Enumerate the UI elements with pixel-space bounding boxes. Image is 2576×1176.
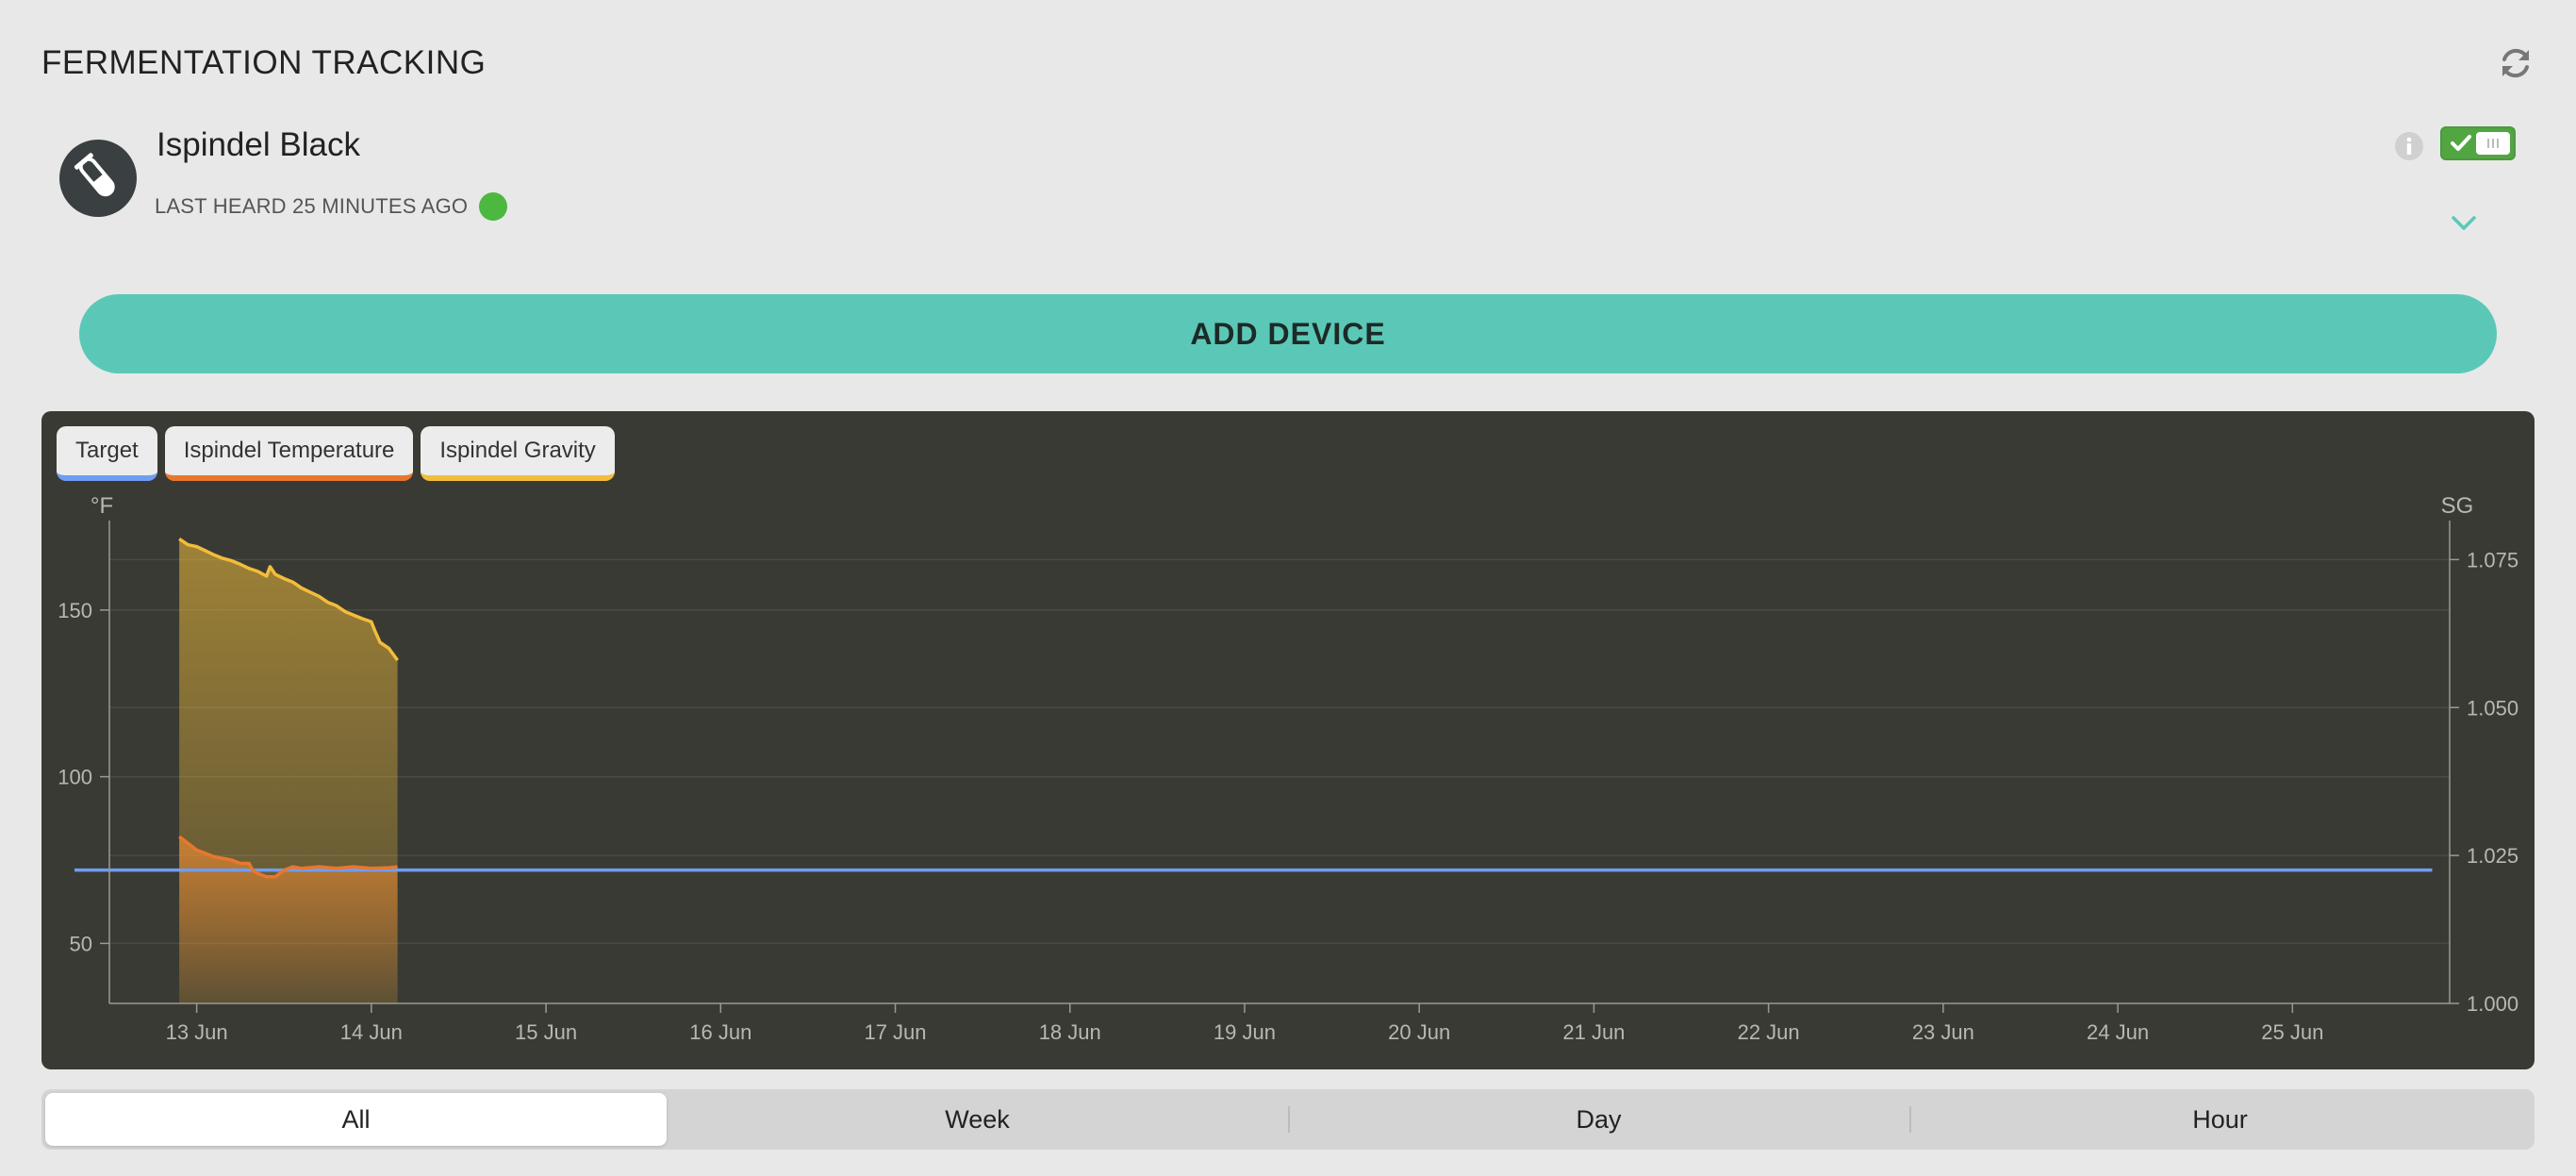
chart-panel: 50 100 150 1.000 1.025 1.050 1.075 13 Jun 14 Jun… (41, 411, 2535, 1069)
x-tick-label: 16 Jun (689, 1020, 751, 1044)
y-right-tick-label: 1.075 (2467, 548, 2518, 571)
check-icon (2451, 135, 2471, 151)
x-tick-label: 22 Jun (1738, 1020, 1800, 1044)
page-title: FERMENTATION TRACKING (41, 44, 487, 81)
x-tick-label: 18 Jun (1039, 1020, 1101, 1044)
x-tick-label: 21 Jun (1562, 1020, 1625, 1044)
range-tab-week[interactable]: Week (667, 1093, 1288, 1146)
y-right-unit: SG (2441, 493, 2474, 519)
legend-chip-ispindel-temperature[interactable]: Ispindel Temperature (164, 426, 414, 481)
status-dot (479, 192, 508, 221)
x-tick-label: 20 Jun (1388, 1020, 1450, 1044)
chart-legend: Target Ispindel Temperature Ispindel Gravi… (57, 426, 615, 481)
x-tick-label: 19 Jun (1214, 1020, 1276, 1044)
x-tick-label: 23 Jun (1912, 1020, 1974, 1044)
y-right-tick-label: 1.050 (2467, 696, 2518, 720)
device-name: Ispindel Black (157, 126, 360, 163)
y-right-tick-label: 1.000 (2467, 992, 2518, 1016)
x-tick-label: 14 Jun (340, 1020, 403, 1044)
chevron-down-icon[interactable] (2450, 213, 2478, 234)
range-tab-day[interactable]: Day (1288, 1093, 1909, 1146)
toggle-knob (2476, 132, 2510, 155)
add-device-button[interactable]: ADD DEVICE (79, 294, 2497, 373)
x-tick-label: 13 Jun (166, 1020, 228, 1044)
device-enable-toggle[interactable] (2440, 126, 2516, 160)
info-icon[interactable] (2393, 130, 2425, 162)
range-tab-all[interactable]: All (45, 1093, 667, 1146)
ispindel-gravity-area (179, 538, 398, 1003)
device-card: Ispindel Black LAST HEARD 25 MINUTES AGO (41, 123, 2535, 264)
x-tick-label: 17 Jun (864, 1020, 926, 1044)
legend-chip-target[interactable]: Target (57, 426, 157, 481)
y-right-tick-label: 1.025 (2467, 844, 2518, 868)
device-avatar (59, 140, 137, 217)
x-tick-label: 24 Jun (2087, 1020, 2149, 1044)
y-left-unit: °F (91, 493, 113, 519)
page-header: FERMENTATION TRACKING (41, 38, 2535, 89)
test-tube-icon (74, 153, 115, 197)
y-left-tick-label: 150 (58, 599, 92, 622)
last-heard-text: LAST HEARD 25 MINUTES AGO (155, 194, 469, 218)
range-tab-hour[interactable]: Hour (1909, 1093, 2531, 1146)
refresh-icon[interactable] (2497, 44, 2535, 82)
chart: 50 100 150 1.000 1.025 1.050 1.075 13 Jun 14 Jun… (58, 493, 2518, 1044)
legend-chip-ispindel-gravity[interactable]: Ispindel Gravity (421, 426, 615, 481)
x-tick-label: 15 Jun (515, 1020, 577, 1044)
y-left-tick-label: 100 (58, 766, 92, 789)
y-left-tick-label: 50 (70, 932, 92, 955)
device-status: LAST HEARD 25 MINUTES AGO (155, 192, 508, 221)
x-tick-label: 25 Jun (2261, 1020, 2323, 1044)
range-tabs: All Week Day Hour (41, 1089, 2535, 1150)
